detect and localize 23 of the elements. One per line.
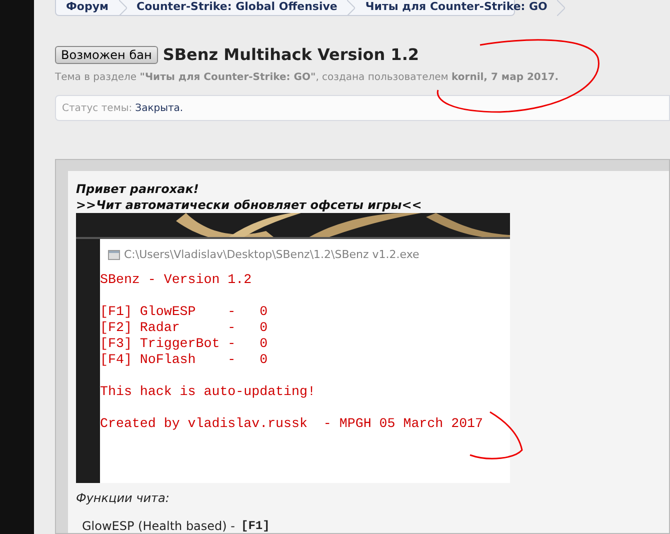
console-line: SBenz - Version 1.2 <box>100 272 252 288</box>
feature-name: GlowESP (Health based) - <box>82 519 235 533</box>
feature-key: [F1] <box>241 519 270 533</box>
thread-title: SBenz Multihack Version 1.2 <box>162 44 420 66</box>
breadcrumb-link[interactable]: Читы для Counter-Strike: GO <box>355 0 558 16</box>
console-line: [F3] TriggerBot - 0 <box>100 336 268 352</box>
console-line: Created by vladislav.russk - MPGH 05 March 2017 <box>100 416 484 432</box>
status-value: Закрыта. <box>135 102 184 116</box>
thread-meta: Тема в разделе "Читы для Counter-Strike: GO", создана пользователем kornil, 7 мар 2017. <box>55 71 560 85</box>
post-text: >>Чит автоматически обновляет офсеты игры<< <box>76 197 423 213</box>
breadcrumb-link[interactable]: Counter-Strike: Global Offensive <box>126 0 348 16</box>
window-title: C:\Users\Vladislav\Desktop\SBenz\1.2\SBenz v1.2.exe <box>124 247 420 263</box>
post-text: Привет рангохак! <box>76 181 200 197</box>
breadcrumb-link[interactable]: Форум <box>56 0 119 16</box>
console-line: [F4] NoFlash - 0 <box>100 352 268 368</box>
console-line: This hack is auto-updating! <box>100 384 316 400</box>
prefix-badge[interactable]: Возможен бан <box>55 46 158 64</box>
window-icon <box>108 250 120 260</box>
console-line: [F1] GlowESP - 0 <box>100 304 268 320</box>
console-line: [F2] Radar - 0 <box>100 320 268 336</box>
features-heading: Функции чита: <box>76 490 170 507</box>
chevron-icon <box>557 0 566 16</box>
status-label: Статус темы: <box>62 102 132 116</box>
